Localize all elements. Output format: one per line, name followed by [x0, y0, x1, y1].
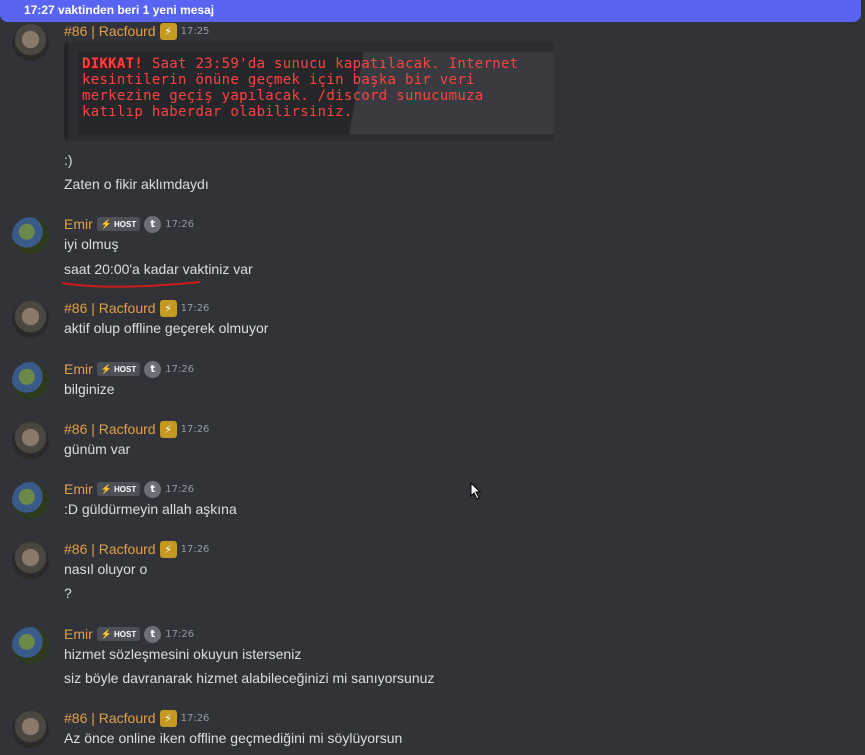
t-badge-icon[interactable]: t [144, 480, 162, 498]
message-text: nasıl oluyor o [64, 561, 148, 577]
bolt-badge-icon[interactable]: ⚡ [159, 540, 177, 558]
message-header: #86 | Racfourd ⚡ 17:25 [64, 22, 209, 40]
host-badge[interactable]: ⚡ HOST [96, 362, 141, 376]
username[interactable]: #86 | Racfourd [64, 421, 156, 437]
username[interactable]: #86 | Racfourd [64, 300, 156, 316]
timestamp: 17:26 [180, 543, 210, 555]
avatar[interactable] [12, 542, 49, 579]
message-text: saat 20:00'a kadar vaktiniz var [64, 261, 253, 277]
username[interactable]: Emir [64, 361, 93, 377]
username[interactable]: Emir [64, 626, 93, 642]
username[interactable]: #86 | Racfourd [64, 23, 156, 39]
avatar[interactable] [12, 301, 49, 338]
username[interactable]: Emir [64, 481, 93, 497]
red-underline-annotation [61, 281, 201, 288]
message-text: Zaten o fikir aklımdaydı [64, 176, 209, 192]
mouse-cursor-icon [470, 482, 482, 500]
t-badge-icon[interactable]: t [144, 625, 162, 643]
username[interactable]: Emir [64, 216, 93, 232]
message-text: bilginize [64, 381, 115, 397]
avatar[interactable] [12, 627, 49, 664]
message-text: :) [64, 152, 73, 168]
host-badge[interactable]: ⚡ HOST [96, 217, 141, 231]
image-embed[interactable]: DIKKAT! Saat 23:59'da sunucu kapatılacak… [64, 42, 554, 141]
message-text: siz böyle davranarak hizmet alabileceğin… [64, 670, 435, 686]
message-text: hizmet sözleşmesini okuyun isterseniz [64, 646, 302, 662]
host-label: HOST [114, 629, 137, 639]
avatar[interactable] [12, 482, 49, 519]
message-text: günüm var [64, 441, 131, 457]
t-badge-icon[interactable]: t [144, 215, 162, 233]
timestamp: 17:26 [165, 483, 195, 495]
bolt-badge-icon[interactable]: ⚡ [159, 299, 177, 317]
message-header: Emir ⚡ HOST t 17:26 [64, 480, 194, 498]
username[interactable]: #86 | Racfourd [64, 710, 156, 726]
message-header: #86 | Racfourd ⚡ 17:26 [64, 709, 209, 727]
avatar[interactable] [12, 362, 49, 399]
avatar[interactable] [12, 711, 49, 748]
timestamp: 17:26 [165, 218, 195, 230]
message-header: #86 | Racfourd ⚡ 17:26 [64, 420, 209, 438]
t-badge-icon[interactable]: t [144, 360, 162, 378]
message-header: Emir ⚡ HOST t 17:26 [64, 215, 194, 233]
message-header: Emir ⚡ HOST t 17:26 [64, 360, 194, 378]
bolt-icon: ⚡ [100, 628, 112, 639]
bolt-badge-icon[interactable]: ⚡ [159, 709, 177, 727]
avatar[interactable] [12, 24, 49, 61]
timestamp: 17:26 [180, 423, 210, 435]
host-badge[interactable]: ⚡ HOST [96, 482, 141, 496]
message-text: :D güldürmeyin allah aşkına [64, 501, 237, 517]
timestamp: 17:26 [180, 712, 210, 724]
host-label: HOST [114, 219, 137, 229]
host-label: HOST [114, 364, 137, 374]
bolt-icon: ⚡ [100, 218, 112, 229]
message-header: Emir ⚡ HOST t 17:26 [64, 625, 194, 643]
avatar[interactable] [12, 422, 49, 459]
embed-body: Saat 23:59'da sunucu kapatılacak. Intern… [82, 56, 519, 120]
host-label: HOST [114, 484, 137, 494]
embed-text: DIKKAT! Saat 23:59'da sunucu kapatılacak… [82, 56, 552, 120]
host-badge[interactable]: ⚡ HOST [96, 627, 141, 641]
bolt-icon: ⚡ [100, 483, 112, 494]
timestamp: 17:26 [165, 363, 195, 375]
timestamp: 17:26 [165, 628, 195, 640]
username[interactable]: #86 | Racfourd [64, 541, 156, 557]
message-text: ? [64, 585, 72, 601]
message-text: iyi olmuş [64, 236, 119, 252]
message-header: #86 | Racfourd ⚡ 17:26 [64, 299, 209, 317]
message-header: #86 | Racfourd ⚡ 17:26 [64, 540, 209, 558]
timestamp: 17:26 [180, 302, 210, 314]
timestamp: 17:25 [180, 25, 210, 37]
bolt-icon: ⚡ [100, 363, 112, 374]
embed-warning-label: DIKKAT! [82, 56, 144, 72]
message-text: aktif olup offline geçerek olmuyor [64, 320, 269, 336]
bolt-badge-icon[interactable]: ⚡ [159, 22, 177, 40]
new-messages-banner[interactable]: 17:27 vaktinden beri 1 yeni mesaj [0, 0, 861, 22]
avatar[interactable] [12, 217, 49, 254]
bolt-badge-icon[interactable]: ⚡ [159, 420, 177, 438]
message-text: Az önce online iken offline geçmediğini … [64, 730, 403, 746]
